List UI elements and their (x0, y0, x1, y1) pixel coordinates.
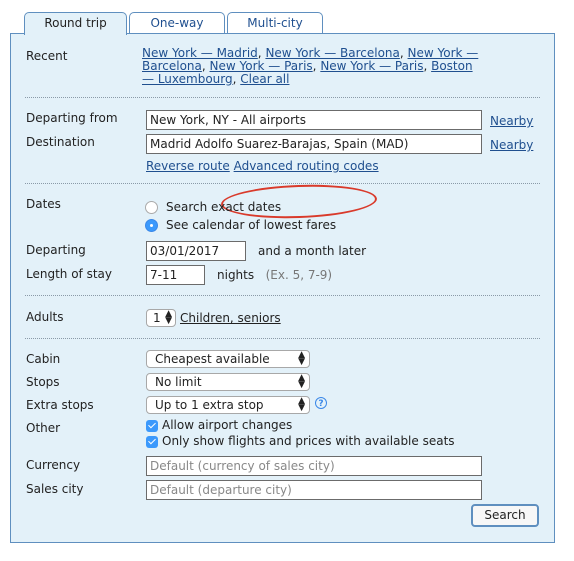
extra-stops-label: Extra stops (26, 398, 94, 412)
available-seats-checkbox[interactable] (146, 436, 158, 448)
tab-multi-city[interactable]: Multi-city (227, 12, 323, 33)
recent-link[interactable]: New York — Paris (210, 59, 313, 73)
calendar-lowest-fares-label: See calendar of lowest fares (166, 218, 337, 232)
select-arrows-icon: ▲ ▼ (298, 350, 305, 367)
recent-link[interactable]: New York — Barcelona (265, 46, 399, 60)
allow-airport-changes-checkbox[interactable] (146, 420, 158, 432)
allow-airport-changes-label: Allow airport changes (162, 418, 293, 432)
recent-link[interactable]: New York — Paris (320, 59, 423, 73)
select-arrows-icon: ▲ ▼ (165, 309, 172, 326)
destination-input[interactable]: Madrid Adolfo Suarez-Barajas, Spain (MAD… (146, 134, 482, 154)
search-exact-dates-label: Search exact dates (166, 200, 282, 214)
departing-date-input[interactable]: 03/01/2017 (146, 241, 246, 261)
cabin-select[interactable]: Cheapest available ▲ ▼ (146, 350, 310, 368)
children-seniors-link[interactable]: Children, seniors (180, 311, 281, 325)
departing-from-label: Departing from (26, 111, 118, 125)
departing-from-input[interactable]: New York, NY - All airports (146, 110, 482, 130)
clear-all-link[interactable]: Clear all (240, 72, 289, 86)
divider (25, 295, 540, 296)
calendar-lowest-fares-radio[interactable] (145, 219, 158, 232)
advanced-routing-codes-link[interactable]: Advanced routing codes (234, 159, 379, 173)
select-arrows-icon: ▲ ▼ (298, 396, 305, 413)
select-arrows-icon: ▲ ▼ (298, 373, 305, 390)
other-label: Other (26, 421, 61, 435)
departing-date-label: Departing (26, 243, 86, 257)
adults-select[interactable]: 1 ▲ ▼ (146, 309, 176, 327)
stops-label: Stops (26, 375, 60, 389)
search-button[interactable]: Search (471, 504, 539, 527)
sales-city-input[interactable]: Default (departure city) (146, 480, 482, 500)
departing-nearby-link[interactable]: Nearby (490, 114, 533, 128)
tab-round-trip[interactable]: Round trip (24, 12, 127, 35)
adults-value: 1 (153, 311, 161, 325)
reverse-route-link[interactable]: Reverse route (146, 159, 230, 173)
adults-label: Adults (26, 310, 64, 324)
length-of-stay-input[interactable]: 7-11 (146, 265, 205, 285)
currency-input[interactable]: Default (currency of sales city) (146, 456, 482, 476)
sales-city-label: Sales city (26, 482, 84, 496)
recent-label: Recent (26, 49, 68, 63)
recent-link[interactable]: New York — Madrid (142, 46, 258, 60)
departing-date-suffix: and a month later (258, 244, 367, 258)
dates-label: Dates (26, 197, 61, 211)
length-of-stay-suffix: nights (217, 268, 255, 282)
available-seats-label: Only show flights and prices with availa… (162, 434, 455, 448)
divider (25, 338, 540, 339)
length-of-stay-label: Length of stay (26, 267, 112, 281)
help-icon[interactable]: ? (315, 397, 327, 409)
divider (25, 183, 540, 184)
cabin-value: Cheapest available (155, 352, 270, 366)
tab-one-way[interactable]: One-way (129, 12, 225, 33)
recent-searches: New York — Madrid, New York — Barcelona,… (142, 46, 479, 86)
currency-label: Currency (26, 458, 81, 472)
destination-label: Destination (26, 135, 95, 149)
stops-select[interactable]: No limit ▲ ▼ (146, 373, 310, 391)
stops-value: No limit (155, 375, 202, 389)
search-exact-dates-radio[interactable] (145, 201, 158, 214)
extra-stops-select[interactable]: Up to 1 extra stop ▲ ▼ (146, 396, 310, 414)
extra-stops-value: Up to 1 extra stop (155, 398, 264, 412)
length-of-stay-hint: (Ex. 5, 7-9) (265, 268, 333, 282)
cabin-label: Cabin (26, 352, 61, 366)
search-form-panel: Recent New York — Madrid, New York — Bar… (10, 33, 555, 543)
destination-nearby-link[interactable]: Nearby (490, 138, 533, 152)
divider (25, 97, 540, 98)
